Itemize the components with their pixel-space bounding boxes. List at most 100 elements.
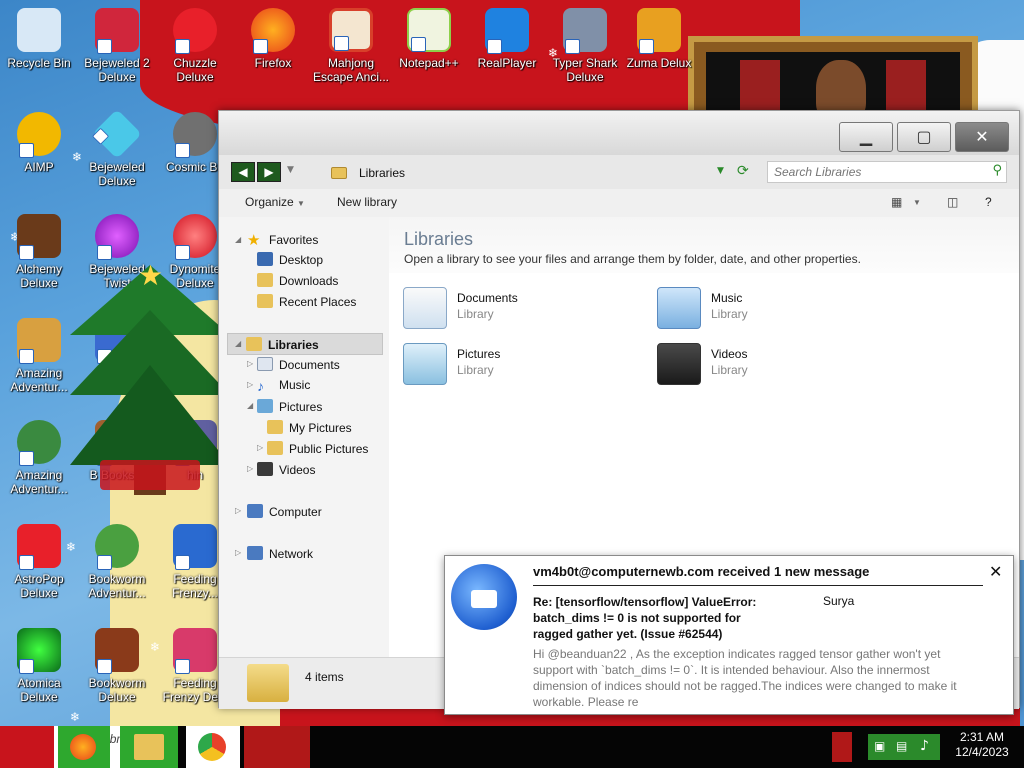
tray-expand-button[interactable] (832, 732, 852, 762)
nav-recent-places[interactable]: Recent Places (257, 294, 356, 309)
content-header: Libraries Open a library to see your fil… (389, 217, 1019, 273)
astropop-icon (17, 524, 61, 570)
expand-icon[interactable]: ▷ (247, 359, 253, 368)
desktop-icon-amazing-adventures-2[interactable]: Amazing Adventur... (0, 420, 78, 496)
address-dropdown-icon[interactable]: ▼ (717, 166, 724, 176)
navigation-pane: ◢ ★ Favorites Desktop Downloads Recent Pl… (219, 217, 389, 657)
feeding-frenzy-1-icon (173, 524, 217, 570)
view-dropdown-icon[interactable]: ▼ (913, 198, 921, 207)
star-icon: ★ (247, 232, 261, 249)
title-bar[interactable]: ▁ ▢ ✕ (219, 111, 1019, 155)
breadcrumb-path[interactable]: Libraries (359, 166, 405, 180)
recent-pages-dropdown-icon[interactable]: ▼ (287, 165, 294, 175)
desktop-icon-astropop[interactable]: AstroPop Deluxe (0, 524, 78, 600)
close-icon[interactable]: ✕ (989, 562, 1002, 581)
expand-icon[interactable]: ▷ (257, 443, 263, 452)
desktop-icon-bookworm-adventures[interactable]: Bookworm Adventur... (78, 524, 156, 600)
network-icon[interactable]: ▣ (874, 739, 885, 753)
nav-network[interactable]: Network (247, 546, 313, 561)
taskbar-firefox[interactable] (58, 726, 110, 768)
notepadpp-icon (407, 8, 451, 52)
nav-public-pictures[interactable]: Public Pictures (267, 441, 368, 456)
view-options-icon[interactable]: ▦ (891, 195, 902, 209)
nav-music[interactable]: ♪ Music (257, 378, 310, 394)
desktop-icon-amazing-adventures-1[interactable]: Amazing Adventur... (0, 318, 78, 394)
desktop-icon-mahjong[interactable]: Mahjong Escape Anci... (312, 8, 390, 84)
libraries-icon (246, 337, 262, 351)
maximize-button[interactable]: ▢ (897, 122, 951, 152)
alchemy-icon (17, 214, 61, 260)
search-input[interactable] (768, 162, 978, 182)
nav-libraries[interactable]: Libraries (227, 333, 383, 355)
volume-icon[interactable]: ♪ (920, 738, 929, 754)
taskbar-explorer[interactable] (120, 726, 178, 768)
realplayer-icon (485, 8, 529, 54)
taskbar-chrome[interactable] (186, 726, 240, 768)
desktop-icon-firefox[interactable]: Firefox (234, 8, 312, 70)
desktop-icon-atomica[interactable]: Atomica Deluxe (0, 628, 78, 704)
action-center-icon[interactable]: ▤ (896, 739, 907, 753)
expand-icon[interactable]: ▷ (235, 506, 241, 515)
library-documents[interactable]: Documents Library (403, 285, 623, 333)
collapse-icon[interactable]: ◢ (247, 401, 253, 410)
collapse-icon[interactable]: ◢ (235, 235, 241, 244)
desktop-icon-recycle-bin[interactable]: Recycle Bin (0, 8, 78, 70)
mail-notification[interactable]: vm4b0t@computernewb.com received 1 new m… (444, 555, 1014, 715)
desktop-icon-chuzzle[interactable]: Chuzzle Deluxe (156, 8, 234, 84)
desktop-icon-alchemy[interactable]: Alchemy Deluxe (0, 214, 78, 290)
search-icon[interactable]: ⚲ (992, 163, 1002, 178)
library-videos[interactable]: Videos Library (657, 341, 877, 389)
item-count: 4 items (305, 670, 344, 684)
desktop-icon-typer-shark[interactable]: Typer Shark Deluxe (546, 8, 624, 84)
forward-arrow-icon: ▶ (264, 165, 274, 179)
nav-downloads[interactable]: Downloads (257, 273, 338, 288)
page-subtitle: Open a library to see your files and arr… (404, 252, 861, 266)
library-music[interactable]: Music Library (657, 285, 877, 333)
new-library-button[interactable]: New library (337, 195, 397, 209)
nav-favorites[interactable]: ★ Favorites (247, 231, 318, 249)
nav-pictures[interactable]: Pictures (257, 399, 322, 414)
bookworm-deluxe-icon (95, 628, 139, 674)
collapse-icon[interactable]: ◢ (235, 339, 241, 348)
back-button[interactable]: ◀ (231, 162, 255, 182)
desktop-icon (257, 252, 273, 266)
forward-button[interactable]: ▶ (257, 162, 281, 182)
expand-icon[interactable]: ▷ (235, 548, 241, 557)
nav-documents[interactable]: Documents (257, 357, 340, 372)
clock[interactable]: 2:31 AM 12/4/2023 (940, 730, 1024, 760)
typer-shark-icon (563, 8, 607, 54)
desktop-icon-aimp[interactable]: AIMP (0, 112, 78, 174)
start-button[interactable] (0, 726, 54, 768)
page-title: Libraries (404, 229, 474, 249)
nav-videos[interactable]: Videos (257, 462, 315, 477)
library-pictures[interactable]: Pictures Library (403, 341, 623, 389)
expand-icon[interactable]: ▷ (247, 464, 253, 473)
thunderbird-icon (451, 564, 517, 630)
libraries-large-icon (247, 664, 289, 702)
desktop-icon-bejeweled[interactable]: Bejeweled Deluxe (78, 109, 156, 188)
nav-computer[interactable]: Computer (247, 504, 322, 519)
minimize-button[interactable]: ▁ (839, 122, 893, 152)
taskbar-app[interactable] (244, 726, 310, 768)
desktop-icon-bookworm-deluxe[interactable]: Bookworm Deluxe (78, 628, 156, 704)
desktop-icon-bejeweled-2[interactable]: Bejeweled 2 Deluxe (78, 8, 156, 84)
expand-icon[interactable]: ▷ (247, 380, 253, 389)
desktop-icon-zuma[interactable]: Zuma Delux (620, 8, 698, 70)
organize-button[interactable]: Organize ▼ (245, 195, 305, 209)
chevron-down-icon: ▼ (297, 199, 305, 208)
taskbar: Search Libr ▣ ▤ ♪ 2:31 AM 12/4/2023 (0, 726, 1024, 768)
amazing-adventures-1-icon (17, 318, 61, 364)
desktop-icon-realplayer[interactable]: RealPlayer (468, 8, 546, 70)
preview-pane-icon[interactable]: ◫ (947, 195, 958, 209)
close-button[interactable]: ✕ (955, 122, 1009, 152)
music-note-icon: ♪ (257, 378, 264, 394)
message-subject: Re: [tensorflow/tensorflow] ValueError: … (533, 595, 757, 641)
nav-my-pictures[interactable]: My Pictures (267, 420, 352, 435)
feeding-frenzy-2-icon (173, 628, 217, 674)
desktop-icon-notepadpp[interactable]: Notepad++ (390, 8, 468, 70)
music-library-icon (657, 287, 701, 329)
nav-desktop[interactable]: Desktop (257, 252, 323, 267)
bejeweled-icon (92, 109, 142, 159)
refresh-icon[interactable]: ⟳ (737, 163, 749, 179)
help-button[interactable]: ? (985, 195, 992, 209)
